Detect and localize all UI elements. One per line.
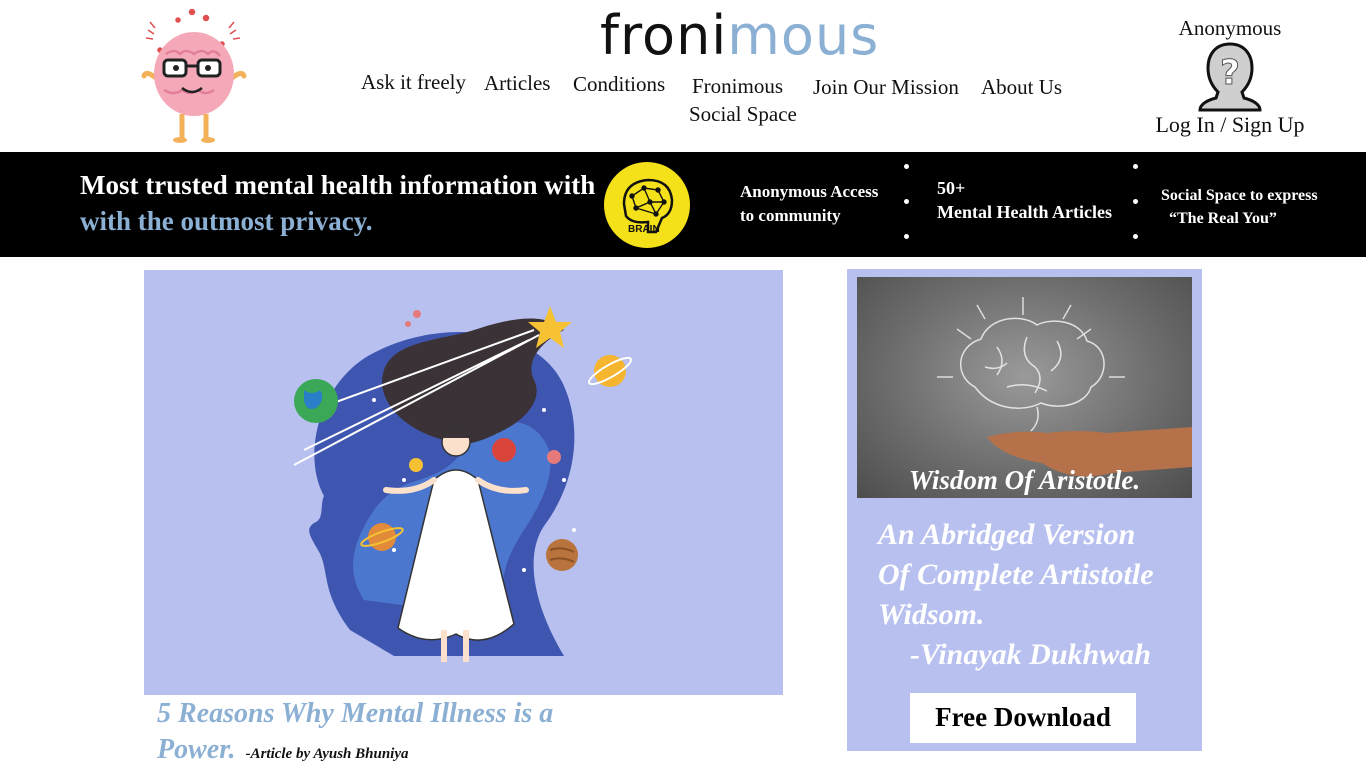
feature-line: “The Real You” — [1169, 210, 1277, 227]
feature-articles-count: 50+ Mental Health Articles — [937, 176, 1112, 224]
brain-badge-label: BRAIN — [628, 224, 660, 235]
ad-description: An Abridged Version Of Complete Artistot… — [878, 515, 1198, 675]
aristotle-ad-image: Wisdom Of Aristotle. — [857, 277, 1192, 498]
site-logo[interactable]: fronimous — [600, 4, 879, 68]
article-title-line2: Power. -Article by Ayush Bhuniya — [157, 732, 617, 772]
free-download-button[interactable]: Free Download — [910, 693, 1136, 743]
nav-social-space[interactable]: Social Space — [689, 102, 797, 127]
anonymous-avatar-icon[interactable]: ? — [1196, 40, 1264, 112]
nav-join-our-mission[interactable]: Join Our Mission — [813, 75, 959, 100]
site-header: fronimous Ask it freely Articles Conditi… — [0, 0, 1366, 152]
feature-divider — [904, 164, 910, 269]
nav-conditions[interactable]: Conditions — [573, 72, 665, 97]
meditating-woman-illustration — [293, 306, 632, 662]
svg-text:?: ? — [1220, 53, 1240, 93]
ad-image-caption: Wisdom Of Aristotle. — [908, 465, 1141, 495]
feature-line: 50+ — [937, 178, 966, 198]
feature-line: Social Space to express — [1161, 187, 1318, 204]
ad-text-line: Widsom. — [878, 598, 985, 631]
article-title-line1: 5 Reasons Why Mental Illness is a — [157, 698, 554, 729]
feature-line: Mental Health Articles — [937, 202, 1112, 222]
feature-social-space: Social Space to express “The Real You” — [1161, 184, 1318, 230]
hero-banner: Most trusted mental health information w… — [0, 152, 1366, 257]
feature-line: Anonymous Access — [740, 182, 879, 201]
article-title[interactable]: 5 Reasons Why Mental Illness is a Power.… — [157, 696, 617, 772]
banner-headline: Most trusted mental health information w… — [80, 170, 596, 200]
ad-author: -Vinayak Dukhwah — [910, 638, 1151, 671]
feature-anonymous-access: Anonymous Access to community — [740, 180, 878, 228]
login-signup-link[interactable]: Log In / Sign Up — [1150, 112, 1310, 138]
ad-text-line: Of Complete Artistotle — [878, 558, 1154, 591]
aristotle-ad-panel: Wisdom Of Aristotle. An Abridged Version… — [847, 269, 1202, 751]
nav-ask-it-freely[interactable]: Ask it freely — [361, 70, 466, 95]
article-byline: -Article by Ayush Bhuniya — [245, 746, 409, 762]
nav-fronimous[interactable]: Fronimous — [692, 74, 783, 99]
logo-text-blue: mous — [727, 4, 880, 67]
article-title-line2-text: Power. — [157, 734, 236, 765]
ad-text-line: An Abridged Version — [878, 518, 1136, 551]
article-hero-image[interactable] — [144, 270, 783, 695]
nav-about-us[interactable]: About Us — [981, 75, 1062, 100]
user-panel: Anonymous ? Log In / Sign Up — [1150, 12, 1310, 142]
logo-text-dark: froni — [600, 4, 728, 67]
username-label: Anonymous — [1178, 16, 1282, 40]
brain-badge-icon: BRAIN — [604, 162, 690, 248]
brain-mascot-icon — [141, 8, 247, 143]
nav-articles[interactable]: Articles — [484, 71, 550, 96]
banner-subline: with the outmost privacy. — [80, 206, 373, 236]
feature-divider — [1133, 164, 1139, 269]
feature-line: to community — [740, 206, 841, 225]
